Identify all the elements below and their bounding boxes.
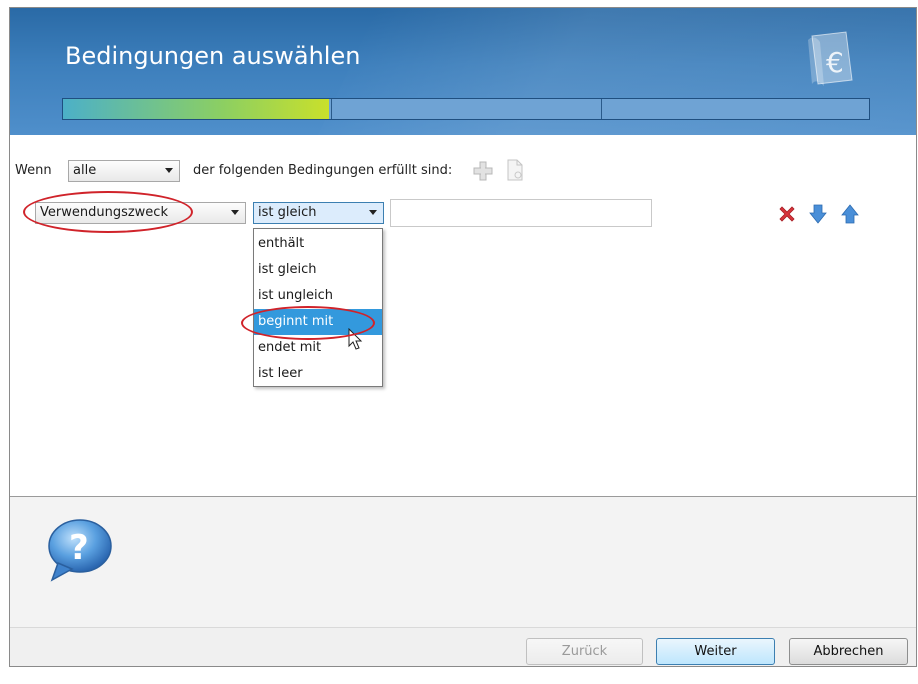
document-icon[interactable] (506, 159, 524, 181)
svg-text:€: € (826, 46, 844, 79)
arrow-up-icon[interactable] (841, 204, 859, 224)
chevron-down-icon (231, 210, 239, 215)
mouse-cursor-icon (348, 328, 363, 350)
plus-icon[interactable] (473, 161, 493, 181)
page-title: Bedingungen auswählen (65, 42, 361, 70)
help-panel: ? (10, 497, 916, 627)
cancel-button[interactable]: Abbrechen (789, 638, 908, 665)
operator-select[interactable]: ist gleich (253, 202, 384, 224)
euro-document-icon: € (808, 31, 853, 86)
help-question-icon[interactable]: ? (44, 517, 116, 583)
chevron-down-icon (165, 168, 173, 173)
wenn-label: Wenn (15, 163, 52, 178)
match-mode-select[interactable]: alle (68, 160, 180, 182)
condition-editor: Wenn alle der folgenden Bedingungen erfü… (10, 136, 916, 497)
conditions-label: der folgenden Bedingungen erfüllt sind: (193, 163, 453, 178)
option-ist-gleich[interactable]: ist gleich (254, 257, 382, 283)
field-select[interactable]: Verwendungszweck (35, 202, 246, 224)
option-ist-leer[interactable]: ist leer (254, 361, 382, 387)
value-input[interactable] (390, 199, 652, 227)
wizard-progress-bar (62, 98, 870, 120)
next-button[interactable]: Weiter (656, 638, 775, 665)
wizard-header: Bedingungen auswählen € (10, 8, 916, 135)
option-enthaelt[interactable]: enthält (254, 231, 382, 257)
delete-icon[interactable] (777, 204, 797, 224)
back-button[interactable]: Zurück (526, 638, 643, 665)
wizard-footer: Zurück Weiter Abbrechen (10, 627, 916, 666)
wizard-window: Bedingungen auswählen € Wenn alle der fo… (9, 7, 917, 667)
svg-text:?: ? (69, 528, 89, 568)
progress-fill (63, 99, 329, 119)
operator-dropdown-list: enthält ist gleich ist ungleich beginnt … (253, 228, 383, 387)
chevron-down-icon (369, 210, 377, 215)
option-ist-ungleich[interactable]: ist ungleich (254, 283, 382, 309)
arrow-down-icon[interactable] (809, 204, 827, 224)
